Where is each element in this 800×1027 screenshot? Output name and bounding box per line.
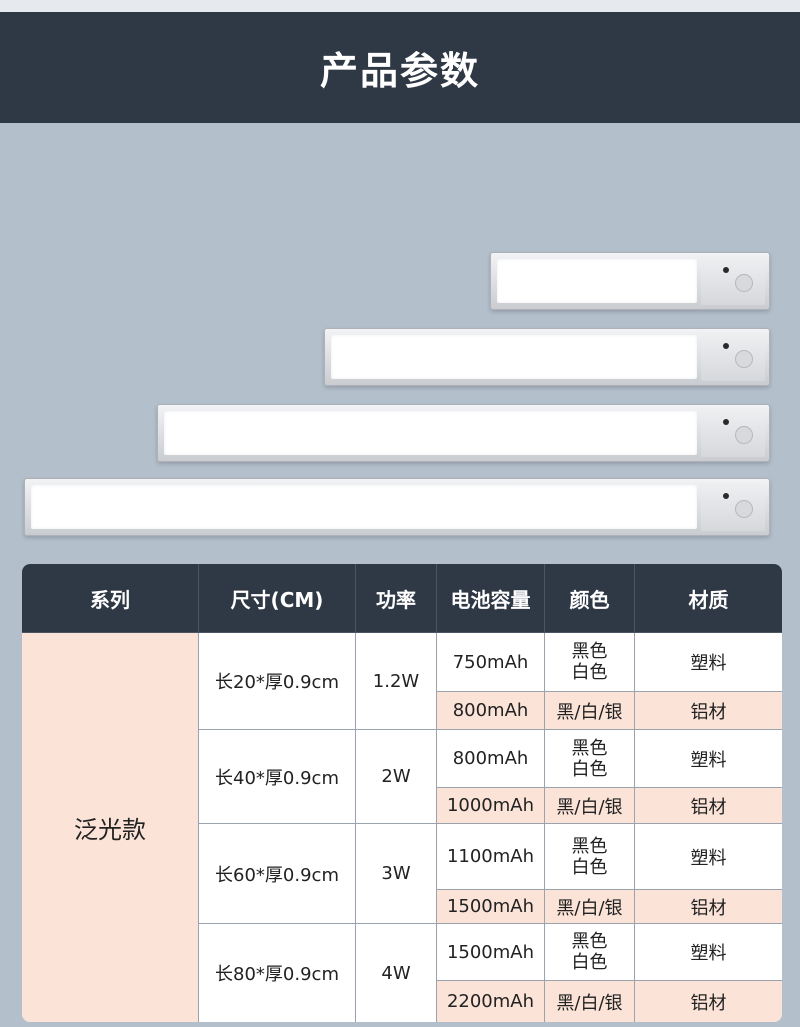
motion-sensor-icon <box>735 426 753 444</box>
battery-cell: 1000mAh <box>437 788 545 824</box>
color-line: 白色 <box>571 662 608 683</box>
light-bar-60cm <box>157 404 770 462</box>
color-line: 黑色 <box>571 931 608 952</box>
material-cell: 塑料 <box>635 824 782 890</box>
material-cell: 铝材 <box>635 890 782 924</box>
series-name: 泛光款 <box>22 633 199 1022</box>
color-cell: 黑/白/银 <box>545 981 635 1022</box>
material-cell: 塑料 <box>635 633 782 692</box>
indicator-dot-icon <box>723 493 729 499</box>
material-cell: 铝材 <box>635 692 782 730</box>
color-line: 白色 <box>571 758 608 780</box>
battery-cell: 2200mAh <box>437 981 545 1022</box>
sensor-cap <box>701 333 765 381</box>
material-cell: 铝材 <box>635 788 782 824</box>
power-cell: 1.2W <box>356 633 437 730</box>
battery-cell: 800mAh <box>437 730 545 788</box>
motion-sensor-icon <box>735 350 753 368</box>
size-cell: 长80*厚0.9cm <box>199 924 356 1022</box>
header-material: 材质 <box>635 564 782 633</box>
header-power: 功率 <box>356 564 437 633</box>
light-panel <box>331 335 697 379</box>
color-line: 黑色 <box>571 641 608 662</box>
color-line: 白色 <box>571 856 608 878</box>
light-panel <box>31 485 697 529</box>
color-cell: 黑色 白色 <box>545 924 635 981</box>
battery-cell: 1100mAh <box>437 824 545 890</box>
motion-sensor-icon <box>735 500 753 518</box>
color-cell: 黑/白/银 <box>545 692 635 730</box>
battery-cell: 750mAh <box>437 633 545 692</box>
indicator-dot-icon <box>723 343 729 349</box>
page-header: 产品参数 <box>0 12 800 123</box>
power-cell: 3W <box>356 824 437 924</box>
color-cell: 黑色 白色 <box>545 730 635 788</box>
color-line: 黑色 <box>571 835 608 857</box>
power-cell: 4W <box>356 924 437 1022</box>
header-series: 系列 <box>22 564 199 633</box>
size-cell: 长20*厚0.9cm <box>199 633 356 730</box>
material-cell: 塑料 <box>635 730 782 788</box>
color-cell: 黑色 白色 <box>545 633 635 692</box>
header-size: 尺寸(CM) <box>199 564 356 633</box>
size-cell: 长40*厚0.9cm <box>199 730 356 824</box>
battery-cell: 1500mAh <box>437 890 545 924</box>
indicator-dot-icon <box>723 267 729 273</box>
battery-cell: 1500mAh <box>437 924 545 981</box>
color-line: 白色 <box>571 952 608 973</box>
color-cell: 黑/白/银 <box>545 788 635 824</box>
spec-table: 系列 尺寸(CM) 功率 电池容量 颜色 材质 泛光款 长20*厚0.9cm 1… <box>22 564 782 1022</box>
sensor-cap <box>701 483 765 531</box>
header-color: 颜色 <box>545 564 635 633</box>
indicator-dot-icon <box>723 419 729 425</box>
header-battery: 电池容量 <box>437 564 545 633</box>
color-cell: 黑色 白色 <box>545 824 635 890</box>
light-bar-20cm <box>490 252 770 310</box>
motion-sensor-icon <box>735 274 753 292</box>
color-cell: 黑/白/银 <box>545 890 635 924</box>
material-cell: 铝材 <box>635 981 782 1022</box>
size-cell: 长60*厚0.9cm <box>199 824 356 924</box>
material-cell: 塑料 <box>635 924 782 981</box>
light-bar-40cm <box>324 328 770 386</box>
battery-cell: 800mAh <box>437 692 545 730</box>
color-line: 黑色 <box>571 737 608 759</box>
light-bar-80cm <box>24 478 770 536</box>
light-panel <box>497 259 697 303</box>
sensor-cap <box>701 257 765 305</box>
page-title: 产品参数 <box>319 49 480 93</box>
top-strip <box>0 0 800 12</box>
power-cell: 2W <box>356 730 437 824</box>
sensor-cap <box>701 409 765 457</box>
light-panel <box>164 411 697 455</box>
